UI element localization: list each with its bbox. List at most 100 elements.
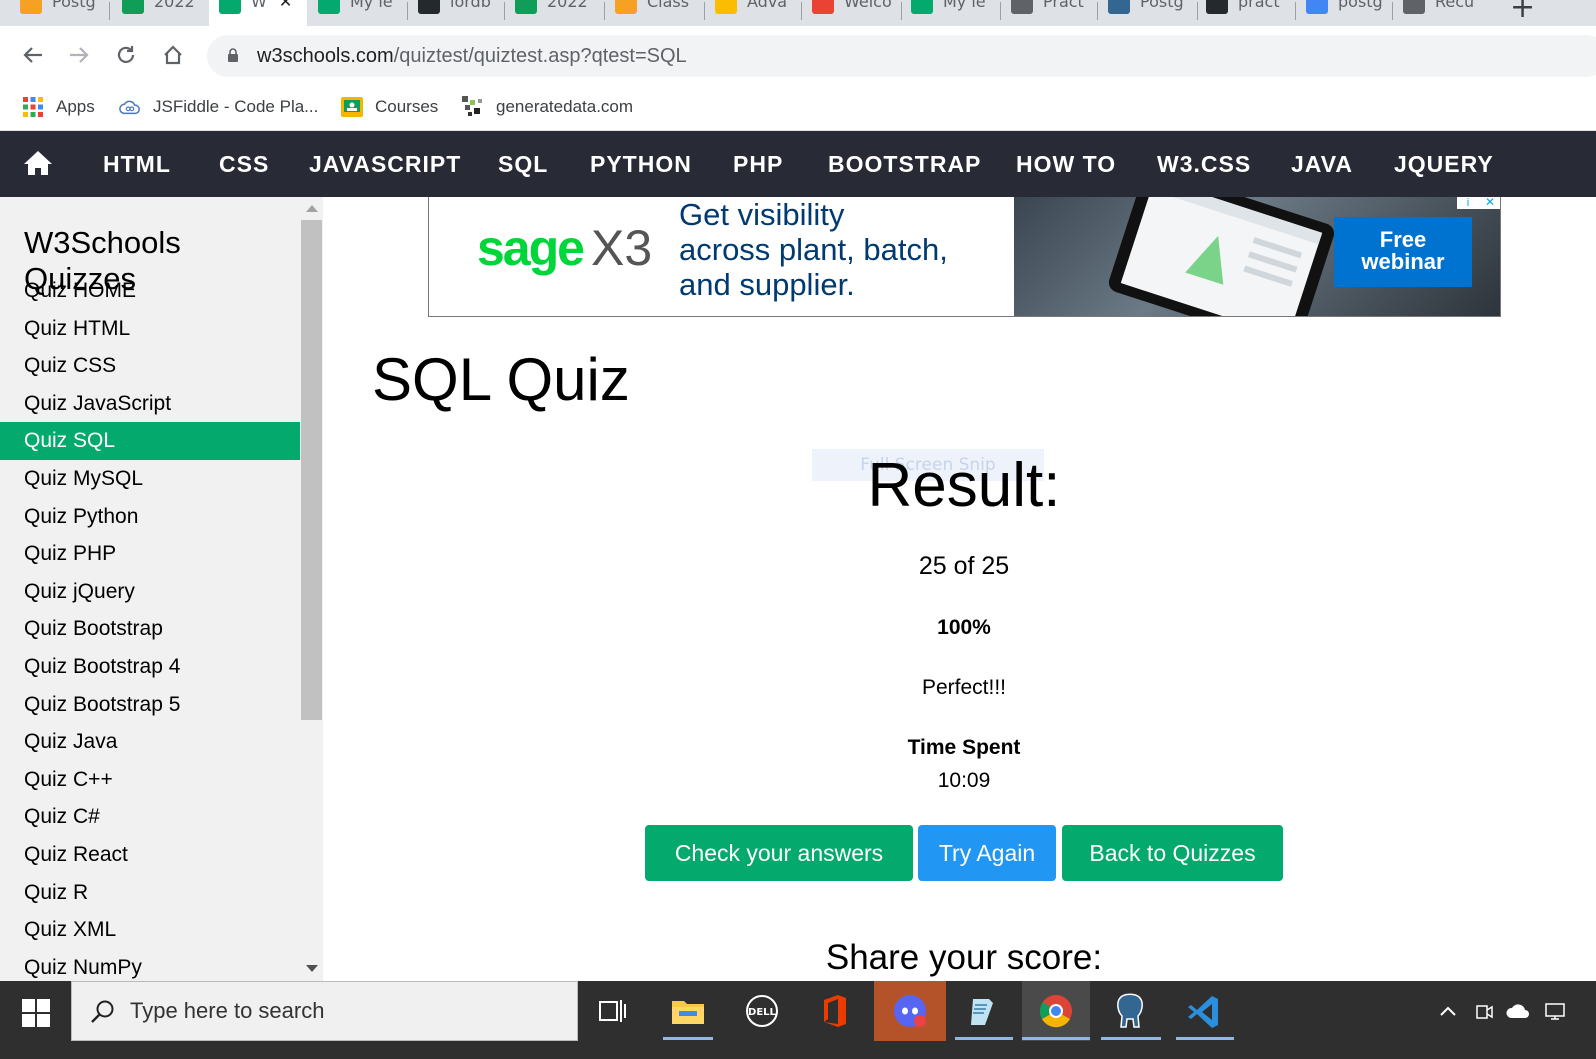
score-text: 25 of 25 [918,552,1010,580]
browser-tab[interactable]: Postg [1098,0,1196,26]
home-icon[interactable] [22,149,54,177]
browser-tab[interactable]: Welco [802,0,900,26]
browser-tab[interactable]: My le [308,0,406,26]
globe-icon [1403,0,1425,14]
browser-tab-label: Adva [747,0,788,11]
running-indicator [1022,1037,1090,1040]
percent-text: 100% [937,616,991,639]
running-indicator [1176,1037,1234,1040]
nav-sql[interactable]: SQL [498,131,548,197]
back-arrow-icon[interactable] [18,38,48,72]
browser-tab[interactable]: pract [1196,0,1294,26]
bookmark-jsfiddle[interactable]: JSFiddle - Code Pla... [119,92,318,122]
office-icon[interactable] [813,989,857,1033]
browser-tab[interactable]: Pract [1001,0,1096,26]
browser-tab[interactable]: lordb [408,0,503,26]
svg-text:DELL: DELL [748,1007,777,1018]
browser-tab[interactable]: My le [901,0,999,26]
url-text: w3schools.com/quiztest/quiztest.asp?qtes… [257,45,687,68]
bookmark-label: JSFiddle - Code Pla... [153,97,319,116]
sidebar-item-quiz-react[interactable]: Quiz React [0,836,300,874]
result-heading: Result: [867,451,1061,520]
check-answers-button[interactable]: Check your answers [645,825,913,881]
running-indicator [955,1037,1013,1040]
discord-icon[interactable] [888,989,932,1033]
advertisement-banner[interactable]: sage X3 Get visibility across plant, bat… [428,197,1501,317]
windows-start-icon[interactable] [22,999,50,1027]
bookmark-generatedata[interactable]: generatedata.com [462,92,633,122]
reload-icon[interactable] [111,38,141,72]
browser-tab-label: Postg [52,0,96,11]
home-icon[interactable] [158,38,188,72]
browser-tab[interactable]: 2022 [112,0,207,26]
sidebar-item-quiz-javascript[interactable]: Quiz JavaScript [0,385,300,423]
task-view-icon[interactable] [591,989,635,1033]
ad-close-icon[interactable]: ✕ [1479,197,1500,209]
jsfiddle-cloud-icon [119,96,141,118]
time-spent-value: 10:09 [937,769,991,792]
sidebar-item-quiz-r[interactable]: Quiz R [0,874,300,912]
ad-copy-line: Get visibility [679,197,845,232]
pgadmin-elephant-icon[interactable] [1108,989,1152,1033]
browser-tab[interactable]: Adva [705,0,800,26]
nav-java[interactable]: JAVA [1291,131,1353,197]
back-to-quizzes-button[interactable]: Back to Quizzes [1062,825,1283,881]
sidebar-item-quiz-home[interactable]: Quiz HOME [0,272,300,310]
nav-bootstrap[interactable]: BOOTSTRAP [828,131,981,197]
nav-php[interactable]: PHP [733,131,783,197]
dell-icon[interactable]: DELL [740,989,784,1033]
ad-cta-line: webinar [1361,249,1445,274]
network-icon[interactable] [1533,989,1577,1033]
scroll-up-arrow-icon[interactable] [306,205,318,212]
w3schools-icon [219,0,241,14]
sidebar-item-quiz-c[interactable]: Quiz C# [0,798,300,836]
browser-tab[interactable]: Recu [1393,0,1491,26]
bookmark-label: generatedata.com [496,97,634,116]
browser-tab[interactable]: Class [605,0,703,26]
try-again-button[interactable]: Try Again [918,825,1056,881]
notepad-icon[interactable] [961,989,1005,1033]
file-explorer-icon[interactable] [666,989,710,1033]
chrome-icon[interactable] [1034,989,1078,1033]
globe-icon [1011,0,1033,14]
browser-tab-label: pract [1238,0,1280,11]
address-bar[interactable]: w3schools.com/quiztest/quiztest.asp?qtes… [207,35,1596,77]
url-path: /quiztest/quiztest.asp?qtest=SQL [393,45,687,67]
gmail-icon [812,0,834,14]
share-score-heading: Share your score: [825,938,1103,977]
time-spent-label: Time Spent [907,736,1021,759]
browser-tab[interactable]: W ✕ [209,0,307,26]
sidebar-item-quiz-html[interactable]: Quiz HTML [0,310,300,348]
apps-grid-icon [22,96,44,118]
browser-tab[interactable]: Postg [10,0,108,26]
ad-info-icon[interactable]: i [1457,197,1479,209]
close-tab-icon[interactable]: ✕ [279,0,292,11]
nav-css[interactable]: CSS [219,131,269,197]
vscode-icon[interactable] [1182,989,1226,1033]
nav-w3css[interactable]: W3.CSS [1157,131,1251,197]
forward-arrow-icon[interactable] [64,38,94,72]
browser-tab[interactable]: postg [1296,0,1391,26]
new-tab-button[interactable]: + [1510,0,1535,25]
nav-python[interactable]: PYTHON [590,131,692,197]
nav-jquery[interactable]: JQUERY [1394,131,1494,197]
running-indicator [1101,1037,1161,1040]
taskbar-search-box[interactable]: Type here to search [71,981,578,1041]
url-host: w3schools.com [257,45,394,67]
nav-javascript[interactable]: JAVASCRIPT [309,131,461,197]
ad-cta-button[interactable]: Free webinar [1334,217,1472,287]
browser-tab-label: lordb [450,0,491,11]
browser-tab-label: postg [1338,0,1383,11]
bookmark-apps[interactable]: Apps [22,92,95,122]
nav-html[interactable]: HTML [103,131,171,197]
bookmark-courses[interactable]: Courses [341,92,438,122]
remark-text: Perfect!!! [921,676,1007,699]
browser-tab[interactable]: 2022 [505,0,603,26]
w3schools-icon [911,0,933,14]
ad-brand-logo: sage [477,220,585,276]
nav-how-to[interactable]: HOW TO [1016,131,1116,197]
postgres-icon [1108,0,1130,14]
w3schools-icon [318,0,340,14]
generatedata-icon [462,96,484,118]
sidebar-item-quiz-css[interactable]: Quiz CSS [0,347,300,385]
